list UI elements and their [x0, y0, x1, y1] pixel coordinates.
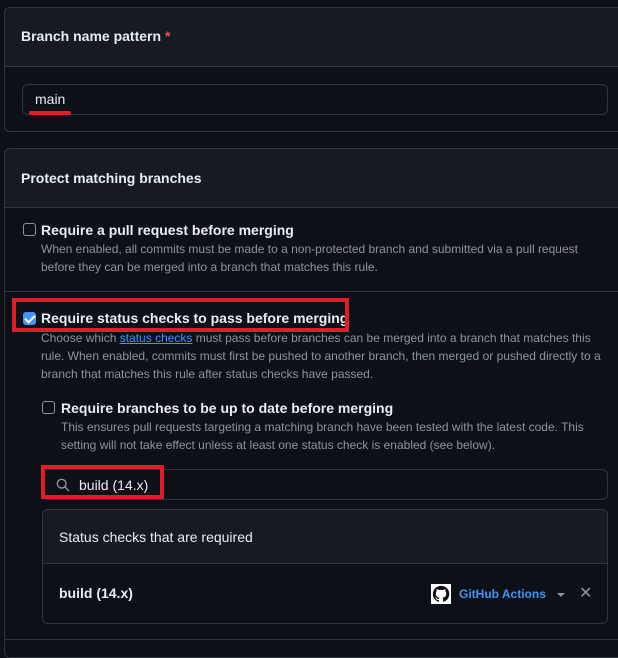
github-icon — [431, 584, 451, 604]
require-up-to-date-description: This ensures pull requests targeting a m… — [61, 420, 584, 452]
description-text: Choose which — [41, 331, 120, 345]
require-status-checks-description: Choose which status checks must pass bef… — [41, 329, 611, 383]
required-status-checks-list: Status checks that are required build (1… — [42, 509, 608, 624]
close-icon[interactable]: ✕ — [579, 586, 592, 602]
require-up-to-date-checkbox[interactable] — [42, 401, 55, 414]
require-pr-checkbox[interactable] — [23, 223, 36, 236]
status-checks-header: Status checks that are required — [43, 510, 607, 564]
protect-title: Protect matching branches — [21, 170, 202, 186]
divider — [5, 639, 618, 640]
branch-pattern-section: Branch name pattern * main — [4, 7, 618, 132]
status-check-name: build (14.x) — [59, 585, 133, 601]
require-pr-description: When enabled, all commits must be made t… — [41, 242, 578, 274]
github-actions-app-name[interactable]: GitHub Actions — [459, 587, 546, 601]
require-up-to-date-label[interactable]: Require branches to be up to date before… — [61, 400, 393, 416]
chevron-down-icon[interactable] — [557, 593, 565, 597]
github-mark-icon — [431, 584, 451, 604]
status-checks-link[interactable]: status checks — [120, 331, 193, 345]
branch-pattern-value: main — [35, 91, 66, 107]
highlight-box-status-checks — [12, 298, 349, 332]
branch-pattern-input[interactable]: main — [22, 84, 608, 115]
require-pr-label[interactable]: Require a pull request before merging — [41, 222, 294, 238]
highlight-box-search — [41, 465, 164, 499]
highlight-underline — [29, 111, 71, 115]
required-marker: * — [165, 28, 171, 44]
branch-pattern-label: Branch name pattern * — [21, 28, 171, 44]
protect-branches-section: Protect matching branches Require a pull… — [4, 148, 618, 658]
branch-pattern-label-text: Branch name pattern — [21, 28, 162, 44]
status-checks-header-text: Status checks that are required — [59, 529, 253, 545]
divider — [5, 291, 618, 292]
